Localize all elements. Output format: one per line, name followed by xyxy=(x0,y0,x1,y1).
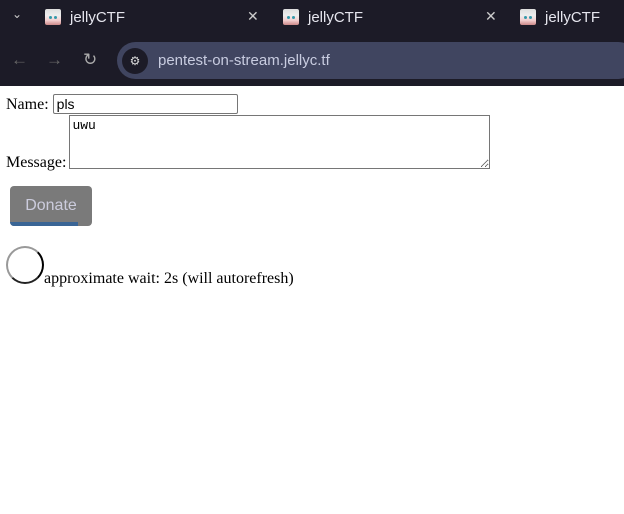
tab-title: jellyCTF xyxy=(308,8,363,26)
message-label: Message: xyxy=(6,154,67,171)
tab-title: jellyCTF xyxy=(545,8,600,26)
favicon-icon xyxy=(520,9,536,25)
wait-status-text: approximate wait: 2s (will autorefresh) xyxy=(44,270,294,287)
browser-chrome: ⌄ jellyCTF ✕ jellyCTF ✕ jellyCTF ← → ↻ ⚙… xyxy=(0,0,624,86)
address-bar[interactable]: ⚙ pentest-on-stream.jellyc.tf xyxy=(117,42,624,79)
name-label: Name: xyxy=(6,96,49,113)
tab-title: jellyCTF xyxy=(70,8,125,26)
name-input[interactable] xyxy=(52,94,238,114)
loading-spinner-icon xyxy=(6,246,44,284)
favicon-icon xyxy=(45,9,61,25)
donate-button[interactable]: Donate xyxy=(10,186,92,226)
site-settings-icon[interactable]: ⚙ xyxy=(122,47,148,74)
tab[interactable]: jellyCTF xyxy=(283,0,363,34)
reload-icon[interactable]: ↻ xyxy=(83,50,97,70)
donate-label: Donate xyxy=(25,197,77,214)
close-tab-icon[interactable]: ✕ xyxy=(247,8,259,25)
forward-icon[interactable]: → xyxy=(46,50,63,70)
favicon-icon xyxy=(283,9,299,25)
tab[interactable]: jellyCTF xyxy=(520,0,600,34)
back-icon[interactable]: ← xyxy=(11,50,28,70)
donate-progress-bar xyxy=(10,222,79,226)
url-text[interactable]: pentest-on-stream.jellyc.tf xyxy=(158,52,330,69)
close-tab-icon[interactable]: ✕ xyxy=(485,8,497,25)
tab-list-chevron-icon[interactable]: ⌄ xyxy=(12,7,22,21)
message-textarea[interactable]: uwu xyxy=(69,115,491,169)
tab[interactable]: jellyCTF xyxy=(45,0,125,34)
page-content: Name: Message: uwu Donate approximate wa… xyxy=(0,86,624,292)
